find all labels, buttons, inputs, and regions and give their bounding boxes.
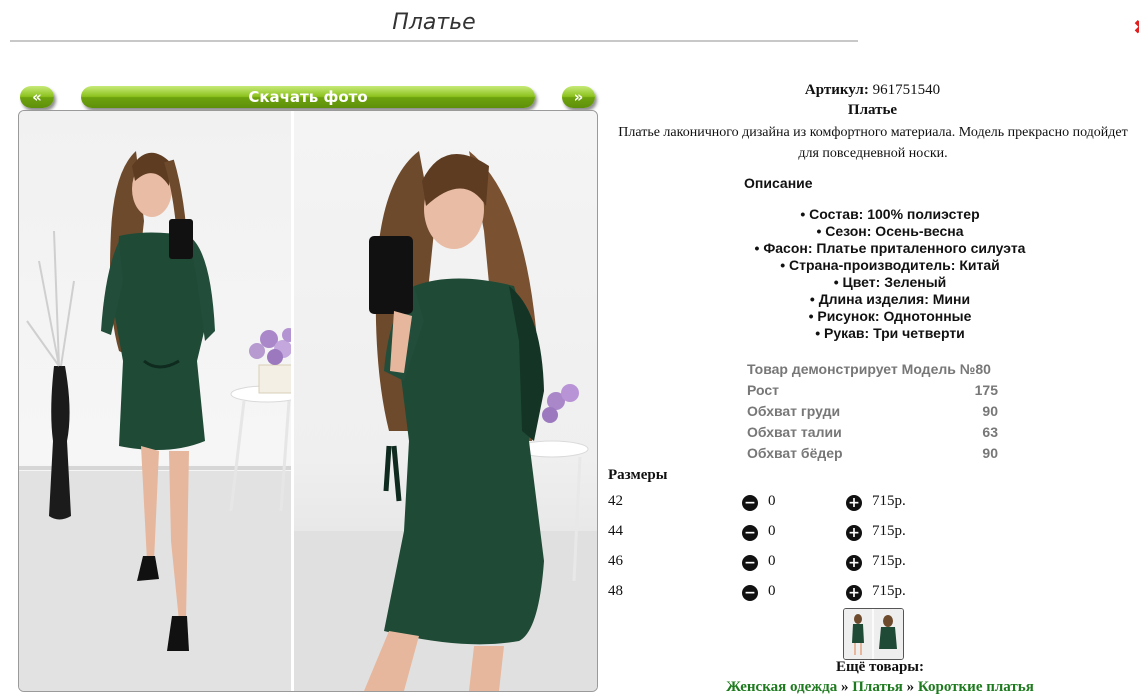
decrease-quantity-icon[interactable]: −	[742, 555, 758, 571]
measurement-value: 90	[982, 402, 998, 419]
sizes-heading: Размеры	[608, 467, 668, 483]
size-row: 48 − 0 + 715р.	[608, 583, 928, 603]
table-row: Обхват талии 63	[745, 421, 1000, 442]
breadcrumb-separator: »	[906, 679, 915, 695]
measurement-value: 175	[974, 381, 998, 398]
title-divider	[10, 40, 858, 42]
page-title: Платье	[392, 10, 476, 35]
breadcrumb-link-dresses[interactable]: Платья	[852, 679, 903, 695]
download-photo-button[interactable]: Скачать фото	[81, 86, 535, 108]
model-label: Товар демонстрирует Модель №80	[747, 360, 991, 377]
measurement-value: 63	[982, 423, 998, 440]
size-label: 44	[608, 523, 623, 539]
quantity-value: 0	[768, 583, 776, 599]
size-label: 42	[608, 493, 623, 509]
feature-item: Сезон: Осень-весна	[700, 223, 1080, 240]
price-value: 715р.	[872, 493, 906, 509]
product-name: Платье	[847, 102, 898, 118]
table-row: Товар демонстрирует Модель №80	[745, 358, 1000, 379]
size-label: 46	[608, 553, 623, 569]
measurement-label: Обхват талии	[747, 423, 842, 440]
product-photo[interactable]	[18, 110, 598, 692]
increase-quantity-icon[interactable]: +	[846, 585, 862, 601]
feature-item: Рукав: Три четверти	[700, 325, 1080, 342]
decrease-quantity-icon[interactable]: −	[742, 495, 758, 511]
table-row: Рост 175	[745, 379, 1000, 400]
feature-item: Фасон: Платье приталенного силуэта	[700, 240, 1080, 257]
increase-quantity-icon[interactable]: +	[846, 495, 862, 511]
table-row: Обхват груди 90	[745, 400, 1000, 421]
measurement-label: Рост	[747, 381, 779, 398]
model-front-illustration	[19, 151, 291, 691]
product-thumbnail[interactable]	[843, 608, 904, 660]
thumbnail-image	[844, 609, 903, 659]
model-measurements: Товар демонстрирует Модель №80 Рост 175 …	[745, 358, 1000, 463]
model-side-illustration	[294, 151, 597, 691]
article-line: Артикул: 961751540	[600, 82, 1139, 99]
quantity-value: 0	[768, 553, 776, 569]
breadcrumb-separator: »	[841, 679, 849, 695]
increase-quantity-icon[interactable]: +	[846, 555, 862, 571]
quantity-value: 0	[768, 493, 776, 509]
description-heading: Описание	[744, 175, 813, 191]
measurement-label: Обхват груди	[747, 402, 841, 419]
size-label: 48	[608, 583, 623, 599]
size-row: 42 − 0 + 715р.	[608, 493, 928, 513]
decrease-quantity-icon[interactable]: −	[742, 525, 758, 541]
more-products-heading: Ещё товары:	[835, 659, 925, 675]
features-list: Состав: 100% полиэстер Сезон: Осень-весн…	[700, 206, 1080, 342]
measurement-label: Обхват бёдер	[747, 444, 843, 461]
table-row: Обхват бёдер 90	[745, 442, 1000, 463]
feature-item: Состав: 100% полиэстер	[700, 206, 1080, 223]
price-value: 715р.	[872, 523, 906, 539]
feature-item: Цвет: Зеленый	[700, 274, 1080, 291]
measurement-value: 90	[982, 444, 998, 461]
next-photo-button[interactable]: »	[562, 86, 595, 108]
product-description: Платье лаконичного дизайна из комфортног…	[618, 125, 1128, 161]
feature-item: Длина изделия: Мини	[700, 291, 1080, 308]
breadcrumb-link-short-dresses[interactable]: Короткие платья	[918, 679, 1034, 695]
decrease-quantity-icon[interactable]: −	[742, 585, 758, 601]
product-photo-front	[19, 111, 291, 691]
breadcrumb-link-womens-clothing[interactable]: Женская одежда	[726, 679, 837, 695]
price-value: 715р.	[872, 553, 906, 569]
feature-item: Страна-производитель: Китай	[700, 257, 1080, 274]
prev-photo-button[interactable]: «	[20, 86, 54, 108]
close-icon[interactable]: ✖	[1133, 16, 1139, 38]
size-row: 46 − 0 + 715р.	[608, 553, 928, 573]
size-row: 44 − 0 + 715р.	[608, 523, 928, 543]
quantity-value: 0	[768, 523, 776, 539]
feature-item: Рисунок: Однотонные	[700, 308, 1080, 325]
article-value: 961751540	[872, 82, 941, 98]
breadcrumb: Женская одежда » Платья » Короткие плать…	[600, 679, 1139, 696]
article-label: Артикул:	[804, 82, 869, 98]
increase-quantity-icon[interactable]: +	[846, 525, 862, 541]
product-photo-side	[294, 111, 597, 691]
price-value: 715р.	[872, 583, 906, 599]
